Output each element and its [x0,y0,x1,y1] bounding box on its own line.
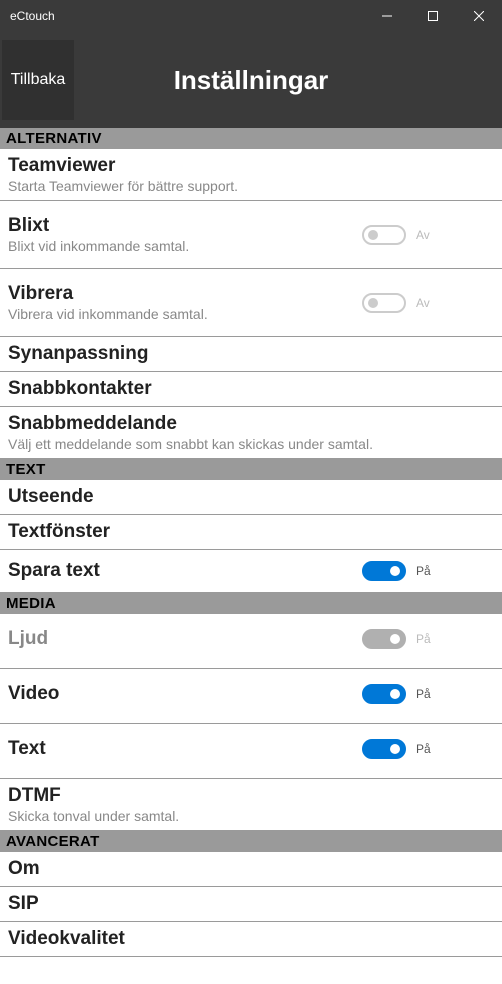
row-subtitle: Välj ett meddelande som snabbt kan skick… [8,436,494,452]
row-title: Utseende [8,486,494,508]
row-textfonster[interactable]: Textfönster [0,515,502,550]
back-button[interactable]: Tillbaka [2,40,74,120]
row-title: Video [8,683,362,705]
row-videokvalitet[interactable]: Videokvalitet [0,922,502,957]
row-title: Vibrera [8,283,362,305]
toggle-state-label: På [416,687,434,701]
row-title: Textfönster [8,521,494,543]
row-sip[interactable]: SIP [0,887,502,922]
row-subtitle: Blixt vid inkommande samtal. [8,238,362,254]
toggle-knob-icon [390,744,400,754]
window-title: eCtouch [0,9,364,23]
app-header: Tillbaka Inställningar [0,32,502,128]
row-title: SIP [8,893,494,915]
row-spara-text[interactable]: Spara text På [0,550,502,593]
toggle-state-label: Av [416,296,434,310]
toggle-ljud [362,629,406,649]
toggle-state-label: På [416,564,434,578]
section-header-avancerat: AVANCERAT [0,831,502,852]
row-title: Synanpassning [8,343,494,365]
row-snabbkontakter[interactable]: Snabbkontakter [0,372,502,407]
section-header-text: TEXT [0,459,502,480]
row-subtitle: Vibrera vid inkommande samtal. [8,306,362,322]
row-title: Snabbkontakter [8,378,494,400]
page-title: Inställningar [0,65,502,96]
toggle-knob-icon [368,298,378,308]
row-teamviewer[interactable]: Teamviewer Starta Teamviewer för bättre … [0,149,502,201]
toggle-video[interactable] [362,684,406,704]
close-button[interactable] [456,0,502,32]
window-controls [364,0,502,32]
minimize-button[interactable] [364,0,410,32]
settings-content: ALTERNATIV Teamviewer Starta Teamviewer … [0,128,502,957]
section-header-alternativ: ALTERNATIV [0,128,502,149]
toggle-state-label: På [416,632,434,646]
row-utseende[interactable]: Utseende [0,480,502,515]
toggle-state-label: Av [416,228,434,242]
row-blixt[interactable]: Blixt Blixt vid inkommande samtal. Av [0,201,502,269]
row-synanpassning[interactable]: Synanpassning [0,337,502,372]
row-video[interactable]: Video På [0,669,502,724]
row-subtitle: Starta Teamviewer för bättre support. [8,178,494,194]
row-vibrera[interactable]: Vibrera Vibrera vid inkommande samtal. A… [0,269,502,337]
toggle-state-label: På [416,742,434,756]
row-ljud[interactable]: Ljud På [0,614,502,669]
row-snabbmeddelande[interactable]: Snabbmeddelande Välj ett meddelande som … [0,407,502,459]
row-title: Videokvalitet [8,928,494,950]
row-title: Text [8,738,362,760]
row-title: Snabbmeddelande [8,413,494,435]
row-text[interactable]: Text På [0,724,502,779]
toggle-spara-text[interactable] [362,561,406,581]
section-header-media: MEDIA [0,593,502,614]
toggle-blixt[interactable] [362,225,406,245]
row-dtmf[interactable]: DTMF Skicka tonval under samtal. [0,779,502,831]
toggle-knob-icon [390,689,400,699]
back-button-label: Tillbaka [11,71,66,89]
row-title: Spara text [8,560,362,582]
toggle-knob-icon [368,230,378,240]
window-titlebar: eCtouch [0,0,502,32]
toggle-text[interactable] [362,739,406,759]
row-subtitle: Skicka tonval under samtal. [8,808,494,824]
row-title: Blixt [8,215,362,237]
toggle-vibrera[interactable] [362,293,406,313]
row-title: Teamviewer [8,155,494,177]
maximize-button[interactable] [410,0,456,32]
toggle-knob-icon [390,634,400,644]
row-title: DTMF [8,785,494,807]
toggle-knob-icon [390,566,400,576]
row-title: Om [8,858,494,880]
row-title: Ljud [8,628,362,650]
row-om[interactable]: Om [0,852,502,887]
